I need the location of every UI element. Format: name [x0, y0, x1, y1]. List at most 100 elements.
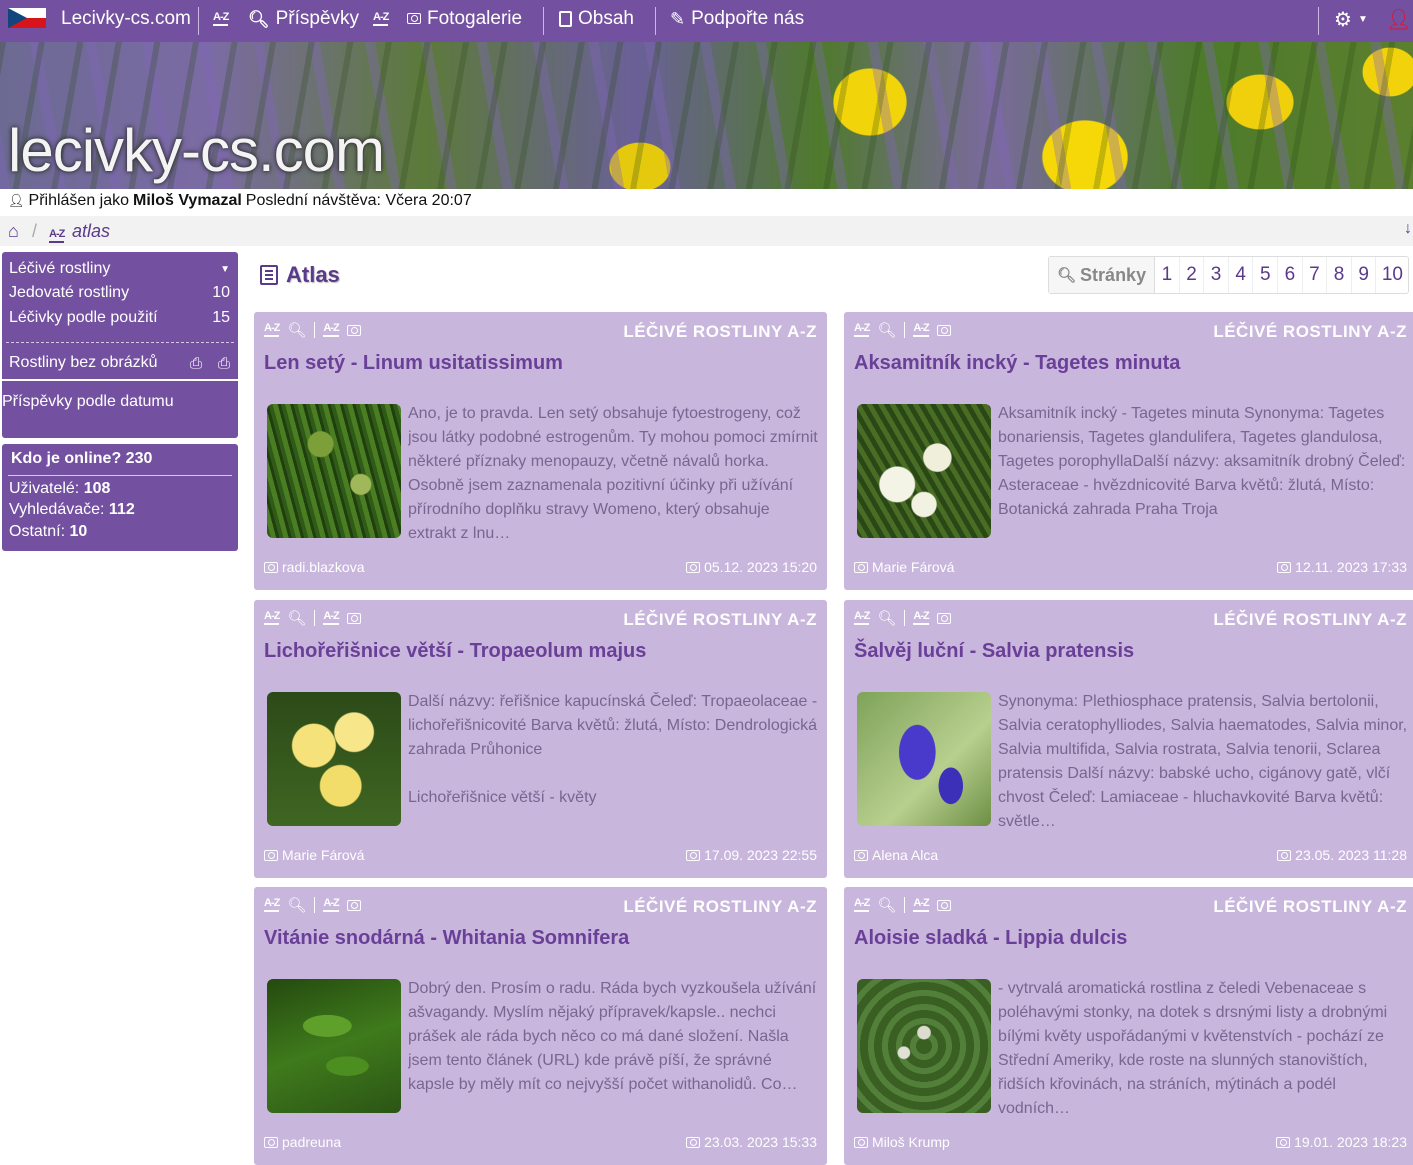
- card-title[interactable]: Aksamitník incký - Tagetes minuta: [854, 352, 1180, 375]
- az-index-icon[interactable]: A-Z: [213, 0, 229, 38]
- login-username[interactable]: Miloš Vymazal: [133, 192, 242, 210]
- settings-dropdown[interactable]: ⚙ ▼: [1334, 0, 1368, 38]
- card-date-text: 05.12. 2023 15:20: [704, 559, 817, 575]
- sidebar-item-jedovate[interactable]: Jedovaté rostliny 10: [9, 281, 230, 305]
- page-link[interactable]: 6: [1278, 257, 1303, 293]
- sidebar-item-count: 15: [212, 309, 230, 326]
- nav-obsah[interactable]: Obsah: [559, 0, 634, 38]
- camera-icon[interactable]: [346, 612, 361, 624]
- card-category[interactable]: LÉČIVÉ ROSTLINY A-Z: [1213, 897, 1407, 917]
- arrow-down-icon[interactable]: ↓: [1404, 220, 1412, 238]
- az-new-icon[interactable]: A-Z: [913, 323, 930, 337]
- search-icon[interactable]: 🔍︎: [877, 321, 896, 339]
- az-icon[interactable]: A-Z: [264, 898, 280, 912]
- search-icon[interactable]: 🔍︎: [877, 609, 896, 627]
- page-link[interactable]: 10: [1376, 257, 1408, 293]
- az-icon[interactable]: A-Z: [264, 323, 280, 337]
- article-card: A-Z 🔍︎ A-Z LÉČIVÉ ROSTLINY A-Z Aksamitní…: [844, 312, 1413, 590]
- page-link[interactable]: 2: [1180, 257, 1205, 293]
- search-icon[interactable]: 🔍︎: [287, 896, 306, 914]
- caret-down-icon[interactable]: ▼: [220, 264, 230, 275]
- card-author[interactable]: padreuna: [264, 1134, 341, 1150]
- az-new-icon[interactable]: A-Z: [323, 611, 340, 625]
- sidebar-item-podle-pouziti[interactable]: Léčivky podle použití 15: [9, 306, 230, 330]
- card-author[interactable]: Miloš Krump: [854, 1134, 950, 1150]
- article-card: A-Z 🔍︎ A-Z LÉČIVÉ ROSTLINY A-Z Šalvěj lu…: [844, 600, 1413, 878]
- plant-thumbnail[interactable]: [857, 404, 991, 538]
- print-icon[interactable]: ⎙: [218, 355, 230, 372]
- divider: [314, 897, 316, 913]
- card-title[interactable]: Lichořeřišnice větší - Tropaeolum majus: [264, 640, 646, 663]
- divider: [8, 475, 232, 476]
- card-author[interactable]: Marie Fárová: [264, 847, 364, 863]
- page-link[interactable]: 4: [1229, 257, 1254, 293]
- card-date: 12.11. 2023 17:33: [1277, 559, 1407, 575]
- card-date-text: 19.01. 2023 18:23: [1294, 1134, 1407, 1150]
- page-link[interactable]: 1: [1155, 257, 1180, 293]
- card-date-text: 17.09. 2023 22:55: [704, 847, 817, 863]
- user-icon[interactable]: 👤︎: [1386, 0, 1411, 38]
- nav-fotogalerie[interactable]: Fotogalerie: [407, 0, 522, 38]
- page-link[interactable]: 8: [1327, 257, 1352, 293]
- camera-icon[interactable]: [936, 899, 951, 911]
- az-icon[interactable]: A-Z: [854, 611, 870, 625]
- breadcrumb-current[interactable]: atlas: [72, 221, 110, 242]
- camera-icon[interactable]: [346, 324, 361, 336]
- az-new-icon[interactable]: A-Z: [913, 898, 930, 912]
- az-icon[interactable]: A-Z: [854, 898, 870, 912]
- card-author[interactable]: radi.blazkova: [264, 559, 365, 575]
- az-new-icon[interactable]: A-Z: [373, 0, 389, 38]
- nav-podporte[interactable]: ✎ Podpořte nás: [670, 0, 804, 38]
- czech-flag-icon[interactable]: [8, 8, 46, 28]
- home-icon[interactable]: ⌂: [8, 221, 19, 242]
- plant-thumbnail[interactable]: [267, 404, 401, 538]
- sidebar-item-bez-obrazku[interactable]: Rostliny bez obrázků ⎙ ⎙: [9, 351, 230, 375]
- card-title[interactable]: Šalvěj luční - Salvia pratensis: [854, 640, 1134, 663]
- online-other: Ostatní: 10: [9, 523, 87, 541]
- camera-icon: [407, 12, 421, 26]
- az-new-icon[interactable]: A-Z: [323, 323, 340, 337]
- article-card: A-Z 🔍︎ A-Z LÉČIVÉ ROSTLINY A-Z Len setý …: [254, 312, 827, 590]
- camera-icon: [686, 1136, 701, 1148]
- search-icon[interactable]: 🔍︎: [287, 609, 306, 627]
- brand-link[interactable]: Lecivky-cs.com: [61, 0, 191, 38]
- search-icon[interactable]: 🔍︎: [877, 896, 896, 914]
- plant-thumbnail[interactable]: [857, 692, 991, 826]
- az-icon[interactable]: A-Z: [854, 323, 870, 337]
- page-link[interactable]: 3: [1204, 257, 1229, 293]
- card-title[interactable]: Aloisie sladká - Lippia dulcis: [854, 927, 1127, 950]
- plant-thumbnail[interactable]: [267, 692, 401, 826]
- print-icon[interactable]: ⎙: [190, 355, 202, 372]
- card-category[interactable]: LÉČIVÉ ROSTLINY A-Z: [1213, 322, 1407, 342]
- az-icon[interactable]: A-Z: [264, 611, 280, 625]
- plant-thumbnail[interactable]: [267, 979, 401, 1113]
- card-author-name: Marie Fárová: [872, 559, 955, 575]
- search-icon[interactable]: 🔍︎: [287, 321, 306, 339]
- camera-icon[interactable]: [936, 612, 951, 624]
- plant-thumbnail[interactable]: [857, 979, 991, 1113]
- az-new-icon[interactable]: A-Z: [323, 898, 340, 912]
- card-title[interactable]: Len setý - Linum usitatissimum: [264, 352, 563, 375]
- card-author[interactable]: Marie Fárová: [854, 559, 954, 575]
- nav-prispevky[interactable]: 🔍︎ Příspěvky: [248, 0, 359, 38]
- camera-icon[interactable]: [936, 324, 951, 336]
- card-category[interactable]: LÉČIVÉ ROSTLINY A-Z: [623, 897, 817, 917]
- az-new-icon[interactable]: A-Z: [913, 611, 930, 625]
- card-title[interactable]: Vitánie snodárná - Whitania Somnifera: [264, 927, 629, 950]
- divider: [904, 897, 906, 913]
- camera-icon[interactable]: [346, 899, 361, 911]
- sidebar-item-label: Léčivé rostliny: [9, 260, 111, 277]
- card-category[interactable]: LÉČIVÉ ROSTLINY A-Z: [1213, 610, 1407, 630]
- card-category[interactable]: LÉČIVÉ ROSTLINY A-Z: [623, 610, 817, 630]
- page-link[interactable]: 9: [1352, 257, 1377, 293]
- search-icon: 🔍︎: [1057, 267, 1077, 284]
- card-category[interactable]: LÉČIVÉ ROSTLINY A-Z: [623, 322, 817, 342]
- page-link[interactable]: 7: [1303, 257, 1328, 293]
- online-users-label: Uživatelé:: [9, 480, 80, 497]
- camera-icon: [1277, 561, 1292, 573]
- sidebar-item-podle-datumu[interactable]: Příspěvky podle datumu: [2, 390, 230, 414]
- page-link[interactable]: 5: [1253, 257, 1279, 293]
- card-author[interactable]: Alena Alca: [854, 847, 938, 863]
- sidebar-item-lecive-rostliny[interactable]: Léčivé rostliny ▼: [9, 257, 230, 281]
- site-logo[interactable]: lecivky-cs.com: [8, 116, 385, 185]
